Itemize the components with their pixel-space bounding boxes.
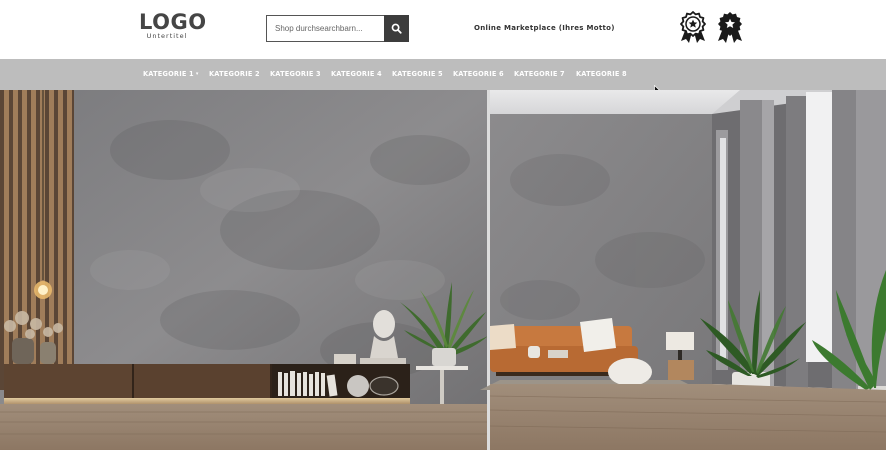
award-rosette-filled-icon (718, 12, 742, 43)
logo-subtitle: Untertitel (146, 32, 188, 40)
search-bar (266, 15, 409, 42)
hero-interior-image (0, 90, 886, 450)
nav-item-label: KATEGORIE 5 (392, 70, 443, 78)
nav-item-label: KATEGORIE 3 (270, 70, 321, 78)
site-motto: Online Marketplace (Ihres Motto) (474, 24, 615, 32)
search-button[interactable] (384, 15, 409, 42)
search-icon (391, 23, 402, 34)
nav-item-kategorie-6[interactable]: KATEGORIE 6 (453, 59, 504, 90)
nav-item-kategorie-5[interactable]: KATEGORIE 5 (392, 59, 443, 90)
nav-item-label: KATEGORIE 1 (143, 70, 194, 78)
nav-item-label: KATEGORIE 7 (514, 70, 565, 78)
chevron-down-icon: ▾ (195, 71, 199, 77)
award-badge-2[interactable] (715, 11, 745, 45)
nav-item-kategorie-2[interactable]: KATEGORIE 2 (209, 59, 260, 90)
hero-banner[interactable] (0, 90, 886, 450)
logo[interactable]: LOGO Untertitel (139, 10, 207, 41)
logo-title: LOGO (139, 10, 207, 34)
nav-item-kategorie-7[interactable]: KATEGORIE 7 (514, 59, 565, 90)
category-nav: KATEGORIE 1 ▾ KATEGORIE 2 KATEGORIE 3 KAT… (0, 59, 886, 95)
nav-item-label: KATEGORIE 6 (453, 70, 504, 78)
nav-item-label: KATEGORIE 4 (331, 70, 382, 78)
nav-item-kategorie-8[interactable]: KATEGORIE 8 (576, 59, 627, 90)
nav-item-label: KATEGORIE 8 (576, 70, 627, 78)
search-input[interactable] (266, 15, 384, 42)
nav-item-kategorie-1[interactable]: KATEGORIE 1 ▾ (143, 59, 199, 90)
site-header: LOGO Untertitel Online Marketplace (Ihre… (0, 0, 886, 59)
nav-item-kategorie-4[interactable]: KATEGORIE 4 (331, 59, 382, 90)
nav-item-label: KATEGORIE 2 (209, 70, 260, 78)
award-badge-1[interactable] (678, 11, 708, 45)
nav-item-kategorie-3[interactable]: KATEGORIE 3 (270, 59, 321, 90)
award-rosette-outline-icon (680, 11, 706, 43)
